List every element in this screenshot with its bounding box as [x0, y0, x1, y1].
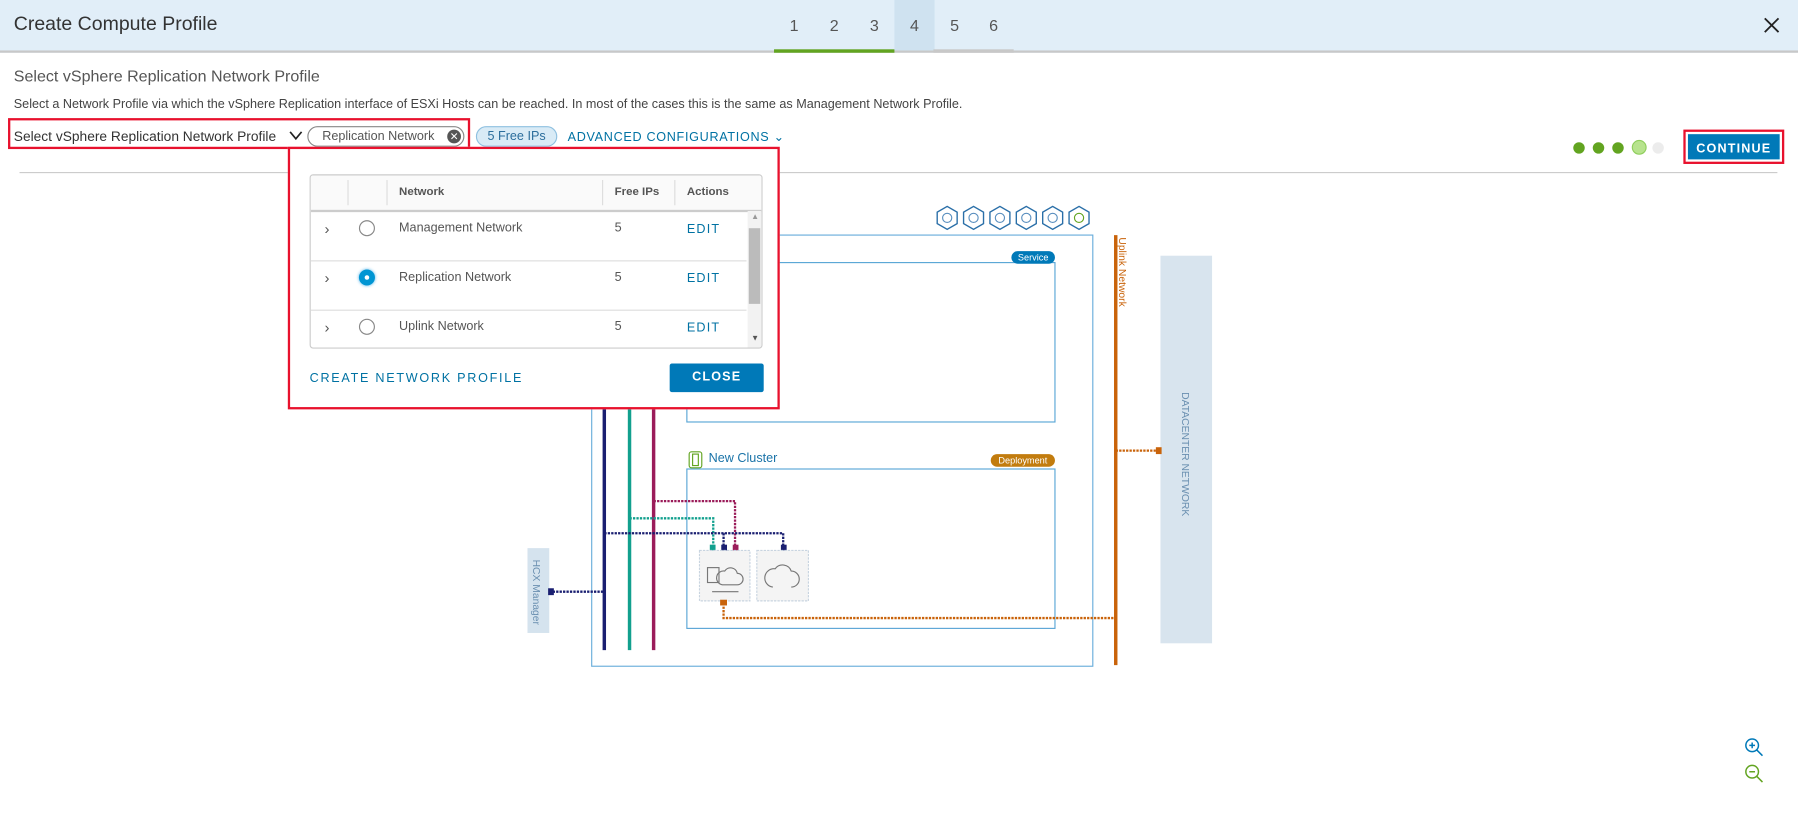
scrollbar-thumb[interactable]: [748, 228, 761, 304]
edit-link[interactable]: EDIT: [687, 321, 720, 335]
power-icon: [936, 205, 958, 231]
create-network-profile-link[interactable]: CREATE NETWORK PROFILE: [310, 372, 524, 386]
cluster-name: New Cluster: [708, 451, 778, 466]
cluster-icon: [688, 451, 703, 469]
migration-icon: [962, 205, 985, 231]
topology-diagram: [527, 205, 1213, 667]
globe-icon: [1068, 205, 1090, 231]
expand-chevron-icon[interactable]: ›: [325, 220, 330, 237]
datacenter-network-label: DATACENTER NETWORK: [1179, 392, 1192, 517]
expand-chevron-icon[interactable]: ›: [325, 269, 330, 286]
free-ips: 5: [614, 270, 622, 285]
free-ips: 5: [614, 221, 622, 236]
network-profile-dropdown: Network Free IPs Actions › Management Ne…: [287, 146, 780, 410]
table-row[interactable]: › Replication Network 5 EDIT: [310, 261, 747, 311]
row-radio[interactable]: [358, 220, 375, 237]
hcx-manager-label: HCX Manager: [530, 559, 543, 625]
edit-link[interactable]: EDIT: [687, 222, 720, 236]
network-name: Replication Network: [399, 270, 512, 285]
table-row[interactable]: › Management Network 5 EDIT: [310, 212, 747, 262]
row-radio[interactable]: [358, 269, 375, 286]
uplink-link: [722, 603, 1115, 620]
table-header: Network Free IPs Actions: [310, 175, 762, 213]
column-free-ips: Free IPs: [614, 185, 660, 199]
column-network: Network: [399, 185, 445, 199]
table-row[interactable]: › Uplink Network 5 EDIT: [311, 311, 747, 348]
replication-link: [653, 499, 737, 547]
service-icons: [936, 205, 1090, 231]
zoom-out-icon[interactable]: [1744, 764, 1765, 785]
wan-optimization-icon: [1015, 205, 1037, 231]
network-name: Management Network: [399, 221, 523, 236]
cloud-icon: [1042, 205, 1064, 231]
zoom-in-icon[interactable]: [1744, 737, 1765, 758]
network-extension-icon: [989, 205, 1011, 231]
edit-link[interactable]: EDIT: [687, 272, 720, 286]
close-button[interactable]: CLOSE: [669, 363, 764, 393]
cluster-box: [686, 468, 1056, 629]
uplink-network-label: Uplink Network: [1116, 237, 1129, 307]
free-ips: 5: [614, 319, 622, 334]
network-name: Uplink Network: [399, 319, 484, 334]
service-badge: Service: [1011, 251, 1055, 264]
table-scrollbar[interactable]: ▲ ▼: [747, 210, 762, 348]
expand-chevron-icon[interactable]: ›: [325, 319, 330, 336]
row-radio[interactable]: [358, 318, 375, 335]
deployment-badge: Deployment: [990, 454, 1055, 467]
network-profile-table: Network Free IPs Actions › Management Ne…: [309, 174, 763, 349]
column-actions: Actions: [686, 185, 729, 199]
